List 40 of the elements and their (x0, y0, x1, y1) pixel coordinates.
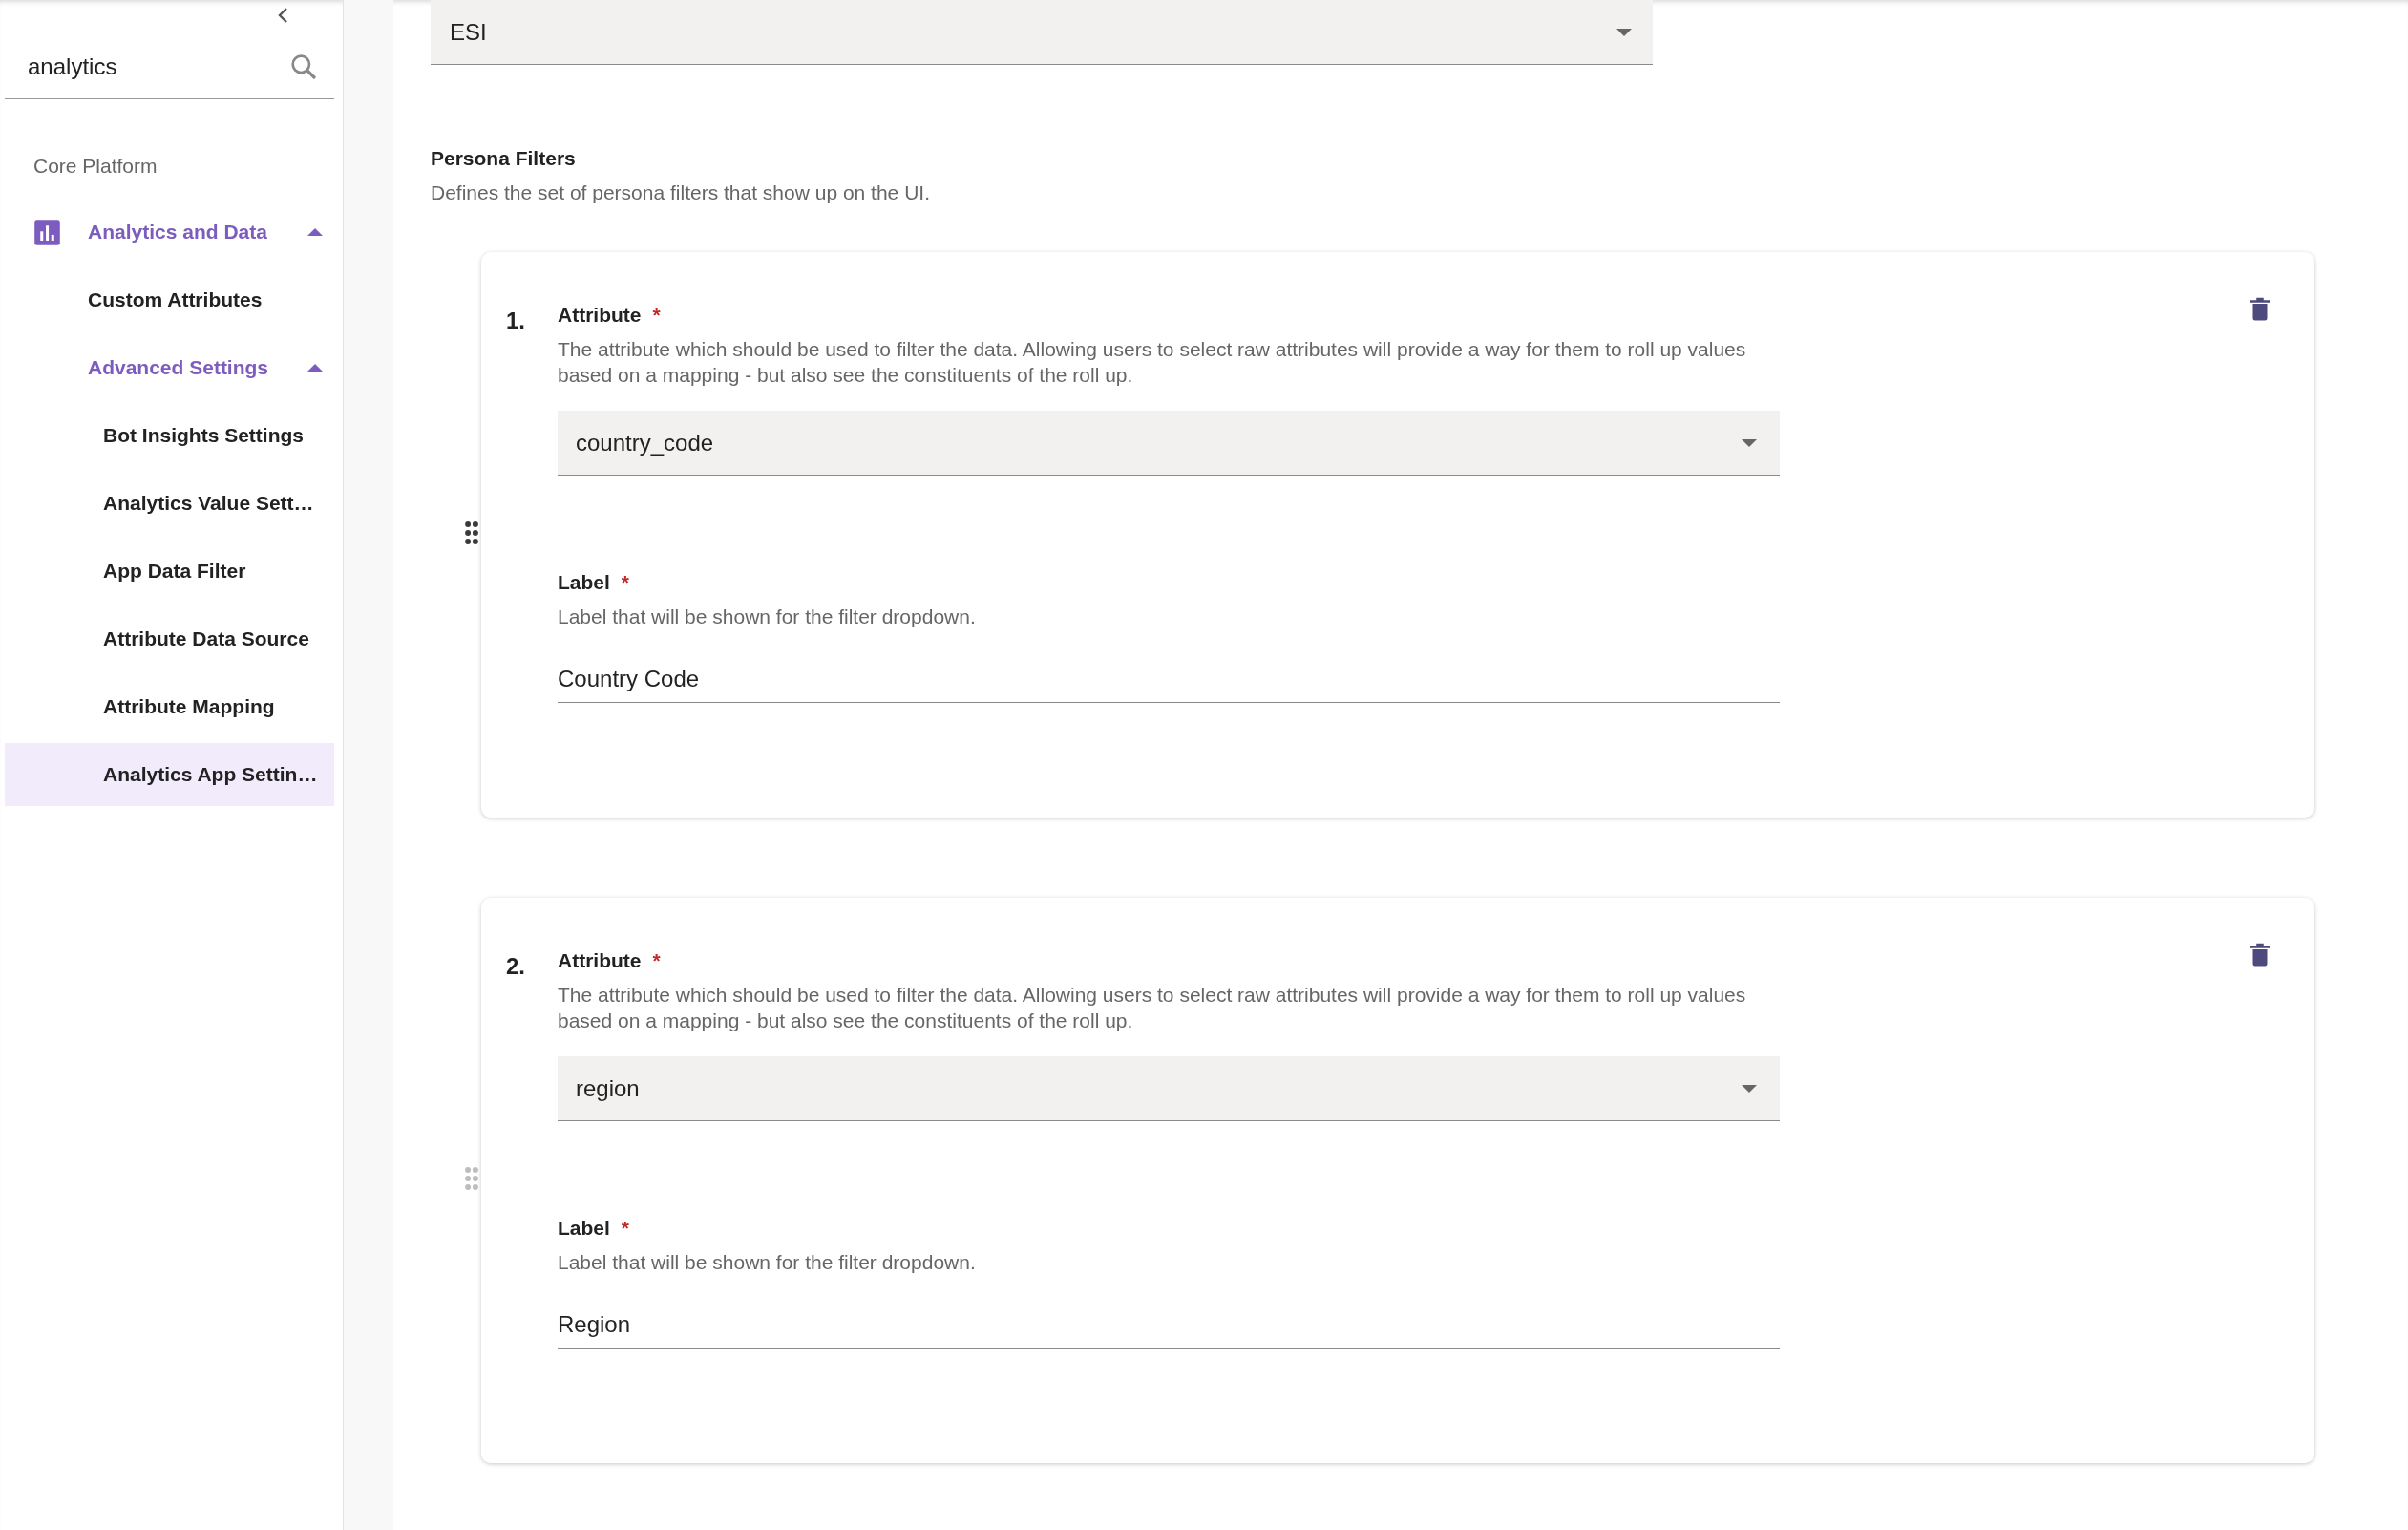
caret-icon (1742, 1084, 1757, 1093)
required-mark: * (652, 304, 661, 327)
sidebar-item[interactable]: Analytics and Data (5, 201, 334, 264)
filter-number: 2. (506, 952, 526, 981)
field-description: The attribute which should be used to filter the data. Allowing users to select raw attributes will provide a way for them to roll up values based on a mapping - but also see the constituents of the roll up. (558, 337, 1746, 388)
caret-icon (1742, 438, 1757, 447)
sidebar-item[interactable]: Custom Attributes (5, 268, 334, 331)
sidebar-item[interactable]: Analytics Value Sett… (5, 472, 334, 535)
label-field[interactable]: Region (558, 1294, 1780, 1349)
sidebar-item[interactable]: Bot Insights Settings (5, 404, 334, 467)
field-label: Attribute (558, 304, 642, 327)
dropdown-select[interactable]: ESI (431, 0, 1653, 65)
label-field[interactable]: Country Code (558, 648, 1780, 703)
required-mark: * (621, 1217, 630, 1240)
section-description: Defines the set of persona filters that show up on the UI. (431, 181, 931, 204)
field-description: Label that will be shown for the filter dropdown. (558, 1250, 977, 1275)
field-label: Label (558, 1217, 610, 1240)
attribute-select[interactable]: region (558, 1056, 1780, 1121)
section-title: Persona Filters (431, 147, 577, 170)
bar-chart-icon (33, 218, 61, 246)
filter-number: 1. (506, 307, 526, 335)
required-mark: * (652, 949, 661, 972)
field-description: The attribute which should be used to filter the data. Allowing users to select raw attributes will provide a way for them to roll up values based on a mapping - but also see the constituents of the roll up. (558, 983, 1746, 1033)
field-description: Label that will be shown for the filter dropdown. (558, 605, 977, 629)
sidebar-item[interactable]: Analytics App Settin… (5, 743, 334, 806)
sidebar-item[interactable]: Attribute Mapping (5, 675, 334, 738)
search-field[interactable]: analytics (28, 47, 288, 86)
attribute-select[interactable]: country_code (558, 411, 1780, 476)
caret-icon (1616, 28, 1632, 36)
drag-handle-icon[interactable] (464, 1166, 479, 1191)
caret-icon (307, 364, 323, 372)
sidebar-item[interactable]: Advanced Settings (5, 336, 334, 399)
drag-handle-icon[interactable] (464, 521, 479, 545)
field-label: Attribute (558, 949, 642, 972)
sidebar-item[interactable]: App Data Filter (5, 540, 334, 603)
caret-icon (307, 228, 323, 236)
field-label: Label (558, 571, 610, 594)
sidebar-item[interactable]: Attribute Data Source (5, 607, 334, 670)
required-mark: * (621, 571, 630, 594)
section-label: Core Platform (32, 154, 158, 179)
